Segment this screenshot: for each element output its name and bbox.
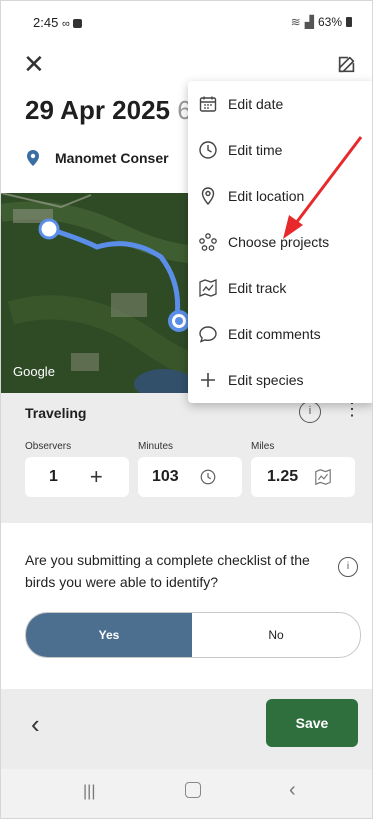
miles-field[interactable]: 1.25 (251, 457, 355, 497)
location-name: Manomet Conser (55, 150, 169, 166)
no-option[interactable]: No (192, 613, 360, 657)
back-nav-icon[interactable]: ‹ (289, 779, 296, 802)
miles-label: Miles (251, 441, 275, 452)
system-nav-bar: ||| ‹ (1, 769, 372, 818)
track-start-marker (38, 218, 60, 240)
chevron-left-icon[interactable]: ‹ (31, 709, 40, 740)
save-button[interactable]: Save (266, 699, 358, 747)
yes-option[interactable]: Yes (26, 613, 192, 657)
map-water (134, 369, 194, 393)
menu-item-edit-comments[interactable]: Edit comments (188, 311, 372, 357)
wifi-icon: ≋ (290, 15, 301, 29)
google-logo: Google (13, 364, 55, 379)
bottom-action-bar: ‹ Save (1, 689, 372, 769)
location-row[interactable]: Manomet Conser (25, 149, 169, 167)
battery-level: 63% (317, 15, 342, 29)
complete-checklist-toggle: Yes No (25, 612, 361, 658)
battery-icon (346, 17, 352, 27)
signal-icon: ▟ (304, 15, 314, 29)
menu-item-edit-track[interactable]: Edit track (188, 265, 372, 311)
close-icon[interactable]: ✕ (23, 49, 53, 79)
location-pin-icon (201, 187, 215, 206)
minutes-label: Minutes (138, 441, 174, 452)
clock-icon (200, 469, 216, 485)
protocol-section: Traveling i ⋮ Observers 1 + Minutes 103 … (1, 393, 372, 523)
plus-icon (201, 373, 215, 387)
observers-stepper[interactable]: 1 + (25, 457, 129, 497)
recent-apps-icon[interactable]: ||| (83, 783, 95, 801)
clock-icon (199, 141, 217, 159)
complete-checklist-question: Are you submitting a complete checklist … (25, 552, 310, 590)
observers-value: 1 (49, 468, 58, 485)
protocol-name: Traveling (25, 405, 87, 421)
annotation-arrow-icon (283, 136, 363, 239)
voicemail-icon: ∞ (61, 18, 70, 30)
map-track-icon (315, 468, 331, 486)
plus-icon[interactable]: + (90, 464, 103, 490)
comment-icon (199, 326, 217, 343)
app-screen: 2:45 ∞ ≋ ▟ 63% ✕ 29 Apr 2025 6 Manomet C… (0, 0, 373, 819)
status-indicators: ≋ ▟ 63% (291, 15, 352, 29)
home-icon[interactable] (185, 782, 201, 798)
edit-pencil-icon[interactable] (336, 53, 358, 75)
info-icon[interactable]: i (338, 557, 358, 577)
miles-value: 1.25 (267, 468, 299, 485)
menu-item-edit-species[interactable]: Edit species (188, 357, 372, 403)
location-pin-icon (27, 150, 39, 166)
status-time: 2:45 ∞ (33, 15, 83, 30)
map-track-icon (199, 279, 217, 297)
status-bar: 2:45 ∞ ≋ ▟ 63% (1, 1, 372, 41)
info-icon[interactable]: i (299, 401, 321, 423)
minutes-field[interactable]: 103 (138, 457, 242, 497)
checklist-date-title[interactable]: 29 Apr 2025 6 (25, 95, 192, 126)
observers-label: Observers (25, 441, 72, 452)
top-bar: ✕ (1, 45, 372, 85)
projects-icon (199, 233, 217, 251)
calendar-icon (199, 96, 217, 112)
minutes-value: 103 (152, 468, 179, 485)
edit-options-menu: Edit date Edit time Edit location Choose… (188, 81, 372, 403)
image-icon (73, 19, 83, 29)
menu-item-edit-date[interactable]: Edit date (188, 81, 372, 127)
